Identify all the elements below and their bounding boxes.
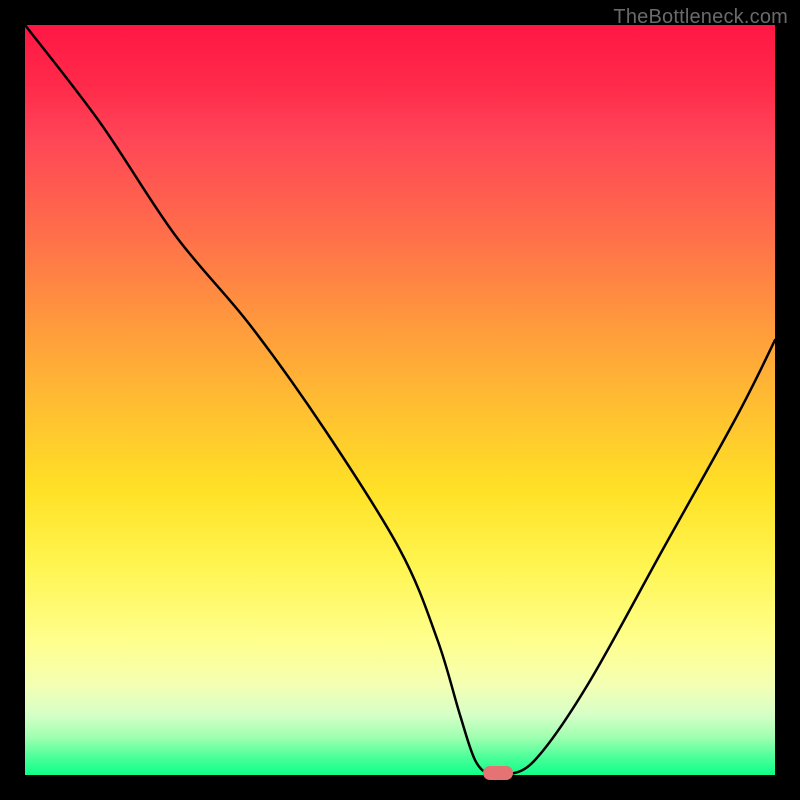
plot-area <box>25 25 775 775</box>
chart-container: TheBottleneck.com <box>0 0 800 800</box>
chart-svg <box>25 25 775 775</box>
watermark-text: TheBottleneck.com <box>613 6 788 29</box>
optimal-marker <box>483 766 513 780</box>
bottleneck-curve <box>25 25 775 775</box>
